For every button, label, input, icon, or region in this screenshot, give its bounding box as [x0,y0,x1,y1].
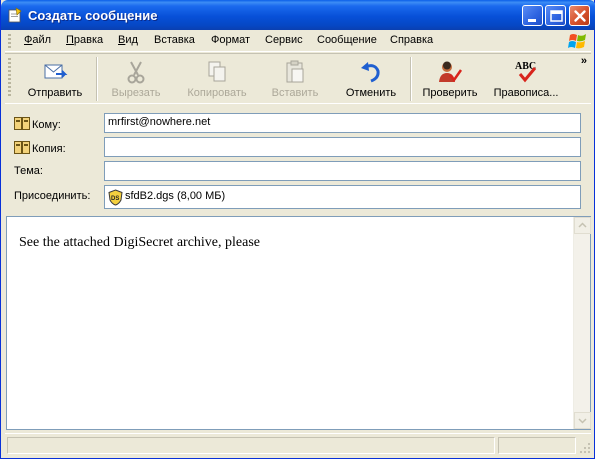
check-names-button[interactable]: Проверить [415,56,485,102]
toolbar-separator [96,57,98,101]
new-message-icon [8,7,22,23]
close-button[interactable] [569,5,590,26]
maximize-icon [550,10,563,22]
scroll-up-button[interactable] [574,217,591,234]
vertical-scrollbar[interactable] [573,217,591,429]
status-panel [7,437,495,454]
status-bar [5,433,591,455]
toolbar-overflow-chevron[interactable]: » [581,55,587,67]
scissors-icon [127,61,145,84]
spelling-icon: ABC [515,61,537,83]
send-button[interactable]: Отправить [17,56,93,102]
toolbar-separator [410,57,412,101]
address-book-icon [14,117,30,130]
copy-icon [208,61,226,82]
message-body-text: See the attached DigiSecret archive, ple… [19,235,260,250]
digisecret-archive-icon: DS [108,189,123,206]
undo-button[interactable]: Отменить [335,56,407,102]
to-field[interactable]: mrfirst@nowhere.net [104,113,581,133]
menu-message[interactable]: Сообщение [317,34,377,46]
status-panel [498,437,576,454]
address-book-icon [14,141,30,154]
cc-label-button[interactable]: Копия: [14,141,66,155]
maximize-button[interactable] [545,5,566,26]
resize-grip-icon[interactable] [579,442,591,454]
spelling-button[interactable]: ABC Правописа... [488,56,564,102]
to-label-button[interactable]: Кому: [14,117,61,131]
menu-file[interactable]: Файл [24,34,51,46]
subject-field[interactable] [104,161,581,181]
scroll-down-button[interactable] [574,412,591,429]
menu-grip[interactable] [8,34,11,49]
paste-icon [286,60,304,83]
menu-insert[interactable]: Вставка [154,34,195,46]
chevron-up-icon [578,222,587,228]
attach-label: Присоединить: [14,190,91,202]
svg-text:DS: DS [111,196,119,202]
menu-view[interactable]: Вид [118,34,138,46]
chevron-down-icon [578,418,587,424]
attachment-name[interactable]: sfdB2.dgs (8,00 МБ) [125,190,225,202]
menu-edit[interactable]: Правка [66,34,103,46]
toolbar: Отправить Вырезать Копировать Вставить О… [5,53,591,104]
message-body-editor[interactable]: See the attached DigiSecret archive, ple… [6,216,591,430]
minimize-icon [528,19,536,22]
title-bar[interactable]: Создать сообщение [1,0,595,30]
undo-icon [361,62,380,83]
cc-field[interactable] [104,137,581,157]
toolbar-grip[interactable] [8,58,11,98]
window-title: Создать сообщение [28,8,158,23]
menu-format[interactable]: Формат [211,34,250,46]
attachment-field[interactable]: DS sfdB2.dgs (8,00 МБ) [104,185,581,209]
menu-help[interactable]: Справка [390,34,433,46]
send-icon [44,64,68,79]
compose-window: Создать сообщение Файл Правка Вид Вставк… [0,0,595,459]
cut-button[interactable]: Вырезать [100,56,172,102]
check-names-icon [439,61,463,83]
copy-button[interactable]: Копировать [177,56,257,102]
windows-logo-icon [568,34,586,49]
paste-button[interactable]: Вставить [260,56,330,102]
subject-label: Тема: [14,165,43,177]
close-icon [574,10,586,22]
minimize-button[interactable] [522,5,543,26]
menu-bar: Файл Правка Вид Вставка Формат Сервис Со… [5,31,591,52]
menu-tools[interactable]: Сервис [265,34,303,46]
